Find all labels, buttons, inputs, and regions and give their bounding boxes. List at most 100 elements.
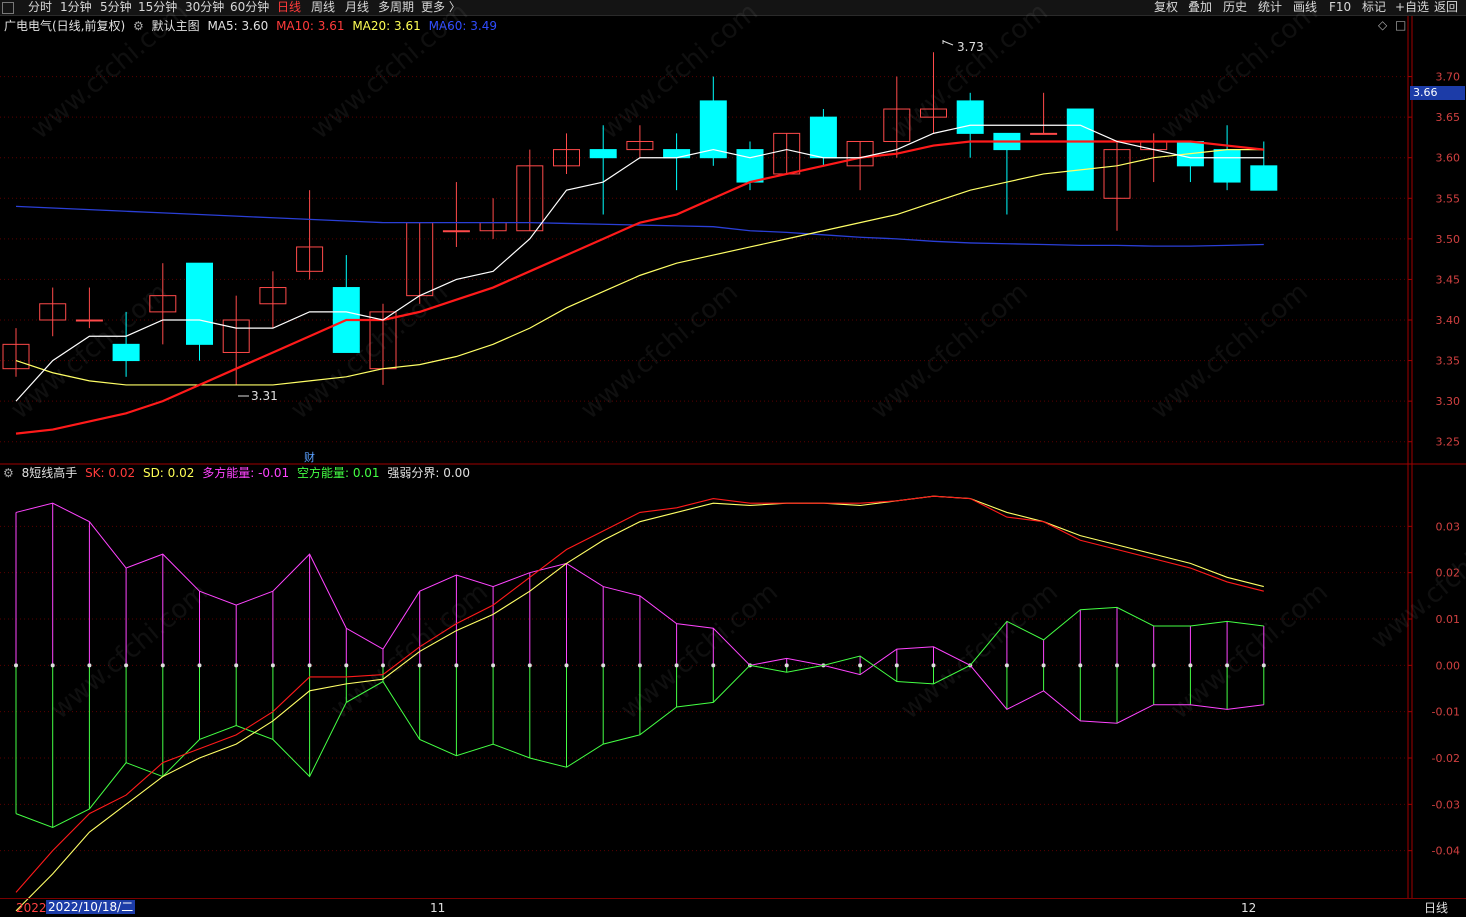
indicator-tick-label: -0.01 — [1432, 706, 1460, 719]
indicator-tick-label: 0.03 — [1436, 520, 1461, 533]
top-toolbar: 分时 1分钟 5分钟 15分钟 30分钟 60分钟 日线 周线 月线 多周期 更多 〉 复权 叠加 历史… — [0, 0, 1466, 16]
month-12-label: 12 — [1241, 901, 1257, 915]
period-label[interactable]: 日线 — [1424, 899, 1448, 917]
bull-energy-label: 多方能量: -0.01 — [202, 466, 290, 480]
template-label[interactable]: 默认主图 — [152, 19, 200, 33]
candle-body — [332, 287, 360, 353]
watermark-text: www.cfchi.com — [325, 577, 494, 725]
candle-body — [626, 140, 654, 151]
candle-body — [699, 100, 727, 159]
candle-body — [406, 222, 434, 297]
sd-line — [15, 495, 1264, 912]
stock-title[interactable]: 广电电气(日线,前复权) — [4, 19, 125, 33]
period-tab-6[interactable]: 日线 — [277, 0, 301, 15]
tool-button-3[interactable]: 统计 — [1258, 0, 1282, 15]
candle-body — [442, 230, 470, 233]
boundary-dot — [197, 663, 202, 668]
tool-button-4[interactable]: 画线 — [1293, 0, 1317, 15]
bear-energy-label: 空方能量: 0.01 — [296, 466, 380, 480]
sk-label: SK: 0.02 — [85, 466, 136, 480]
candle-body — [1250, 165, 1278, 191]
cursor-date: 2022/10/18/二 — [46, 900, 136, 914]
ma10-label: MA10: 3.61 — [276, 19, 345, 33]
candle-body — [222, 319, 250, 353]
tool-button-0[interactable]: 复权 — [1154, 0, 1178, 15]
boundary-dot — [1004, 663, 1009, 668]
tool-button-7[interactable]: +自选 — [1395, 0, 1429, 15]
price-tick-label: 3.50 — [1436, 233, 1461, 246]
low-price-label: 3.31 — [251, 389, 278, 403]
boundary-dot — [784, 663, 789, 668]
watermark-text: www.cfchi.com — [575, 277, 744, 425]
period-tab-3[interactable]: 15分钟 — [138, 0, 177, 15]
time-axis: 2022 11 12 日线 — [0, 898, 1466, 917]
price-tick-label: 3.30 — [1436, 395, 1461, 408]
candle-body — [259, 287, 287, 305]
candle-body — [186, 262, 213, 345]
indicator-name[interactable]: 8短线高手 — [22, 466, 78, 480]
diamond-icon[interactable]: ◇ — [1378, 18, 1387, 32]
kline-chart[interactable]: www.cfchi.com www.cfchi.com www.cfchi.com w… — [0, 0, 1466, 916]
period-tab-2[interactable]: 5分钟 — [100, 0, 132, 15]
ma60-line — [15, 205, 1264, 247]
indicator-settings-icon[interactable]: ⚙ — [3, 466, 14, 480]
candle-body — [149, 295, 177, 313]
panel-toggle-icon[interactable] — [2, 2, 14, 14]
period-tab-5[interactable]: 60分钟 — [230, 0, 269, 15]
sk-line — [15, 495, 1264, 893]
boundary-dot — [821, 663, 826, 668]
boundary-dot — [87, 663, 92, 668]
tool-button-5[interactable]: F10 — [1329, 0, 1351, 15]
candle-body — [553, 149, 580, 167]
indicator-tick-label: -0.02 — [1432, 752, 1460, 765]
tool-button-6[interactable]: 标记 — [1362, 0, 1386, 15]
period-tab-7[interactable]: 周线 — [311, 0, 335, 15]
tool-button-8[interactable]: 返回 — [1434, 0, 1458, 15]
watermark-text: www.cfchi.com — [1155, 0, 1324, 145]
year-label: 2022 — [16, 901, 47, 915]
high-marker-arrow — [942, 40, 954, 46]
tool-button-2[interactable]: 历史 — [1223, 0, 1247, 15]
boundary-dot — [381, 663, 385, 668]
watermark-text: www.cfchi.com — [865, 277, 1034, 425]
boundary-dot — [417, 663, 422, 668]
candle-body — [956, 100, 984, 134]
price-tick-label: 3.35 — [1436, 355, 1461, 368]
indicator-tick-label: 0.01 — [1436, 613, 1461, 626]
watermark-text: www.cfchi.com — [615, 577, 784, 725]
candle-body — [920, 108, 947, 118]
boundary-dot — [564, 663, 569, 668]
candle-body — [846, 140, 874, 167]
candle-body — [736, 149, 764, 183]
watermark-text: www.cfchi.com — [1365, 507, 1466, 655]
period-tab-9[interactable]: 多周期 — [378, 0, 414, 15]
watermark-text: www.cfchi.com — [45, 577, 214, 725]
period-tab-0[interactable]: 分时 — [28, 0, 52, 15]
price-tick-label: 3.45 — [1436, 273, 1461, 286]
candle-body — [1103, 149, 1131, 199]
candle-body — [1030, 132, 1058, 135]
period-tab-10[interactable]: 更多 〉 — [421, 0, 461, 15]
candle-body — [1066, 108, 1094, 191]
ma20-label: MA20: 3.61 — [352, 19, 421, 33]
boundary-dot — [234, 663, 239, 668]
finance-marker[interactable]: 财 — [304, 449, 315, 465]
boundary-dot — [1078, 663, 1083, 668]
boundary-dot — [1225, 663, 1230, 668]
period-tab-8[interactable]: 月线 — [345, 0, 369, 15]
boundary-dot — [858, 663, 863, 668]
ma20-line — [15, 149, 1264, 386]
boundary-dot — [344, 663, 349, 668]
settings-icon[interactable]: ⚙ — [133, 19, 144, 33]
candle-body — [589, 149, 617, 159]
ma60-label: MA60: 3.49 — [428, 19, 497, 33]
boundary-label: 强弱分界: 0.00 — [387, 466, 470, 480]
indicator-info: ⚙ 8短线高手 SK: 0.02 SD: 0.02 多方能量: -0.01 空方… — [0, 464, 474, 482]
period-tab-4[interactable]: 30分钟 — [185, 0, 224, 15]
period-tab-1[interactable]: 1分钟 — [60, 0, 92, 15]
watermark-text: www.cfchi.com — [1165, 577, 1334, 725]
bull-energy-line — [15, 502, 1264, 724]
window-icon[interactable]: □ — [1395, 18, 1406, 32]
boundary-dot — [968, 663, 973, 668]
tool-button-1[interactable]: 叠加 — [1188, 0, 1212, 15]
